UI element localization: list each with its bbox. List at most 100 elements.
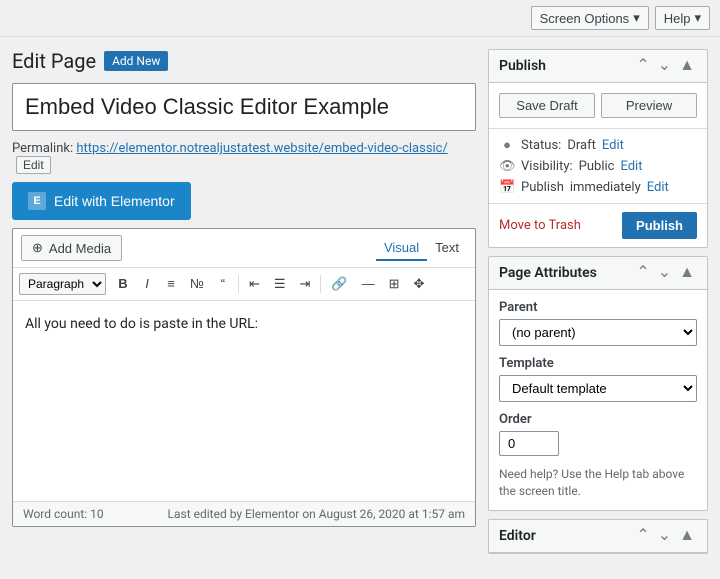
- align-left-button[interactable]: ⇤: [243, 272, 266, 296]
- page-attributes-controls: ⌃ ⌄ ▲: [634, 265, 697, 281]
- order-input[interactable]: [499, 431, 559, 456]
- editor-toggle-button[interactable]: ▲: [677, 528, 697, 544]
- parent-label: Parent: [499, 300, 697, 315]
- word-count-bar: Word count: 10 Last edited by Elementor …: [13, 501, 475, 526]
- order-label: Order: [499, 412, 697, 427]
- permalink-url[interactable]: https://elementor.notrealjustatest.websi…: [76, 141, 447, 156]
- publish-box-title: Publish: [499, 58, 546, 74]
- add-new-button[interactable]: Add New: [104, 51, 168, 71]
- blockquote-button[interactable]: “: [212, 272, 234, 296]
- visibility-icon: 👁: [499, 159, 515, 174]
- status-edit-link[interactable]: Edit: [602, 138, 624, 153]
- screen-options-button[interactable]: Screen Options ▾: [531, 6, 649, 30]
- last-edited: Last edited by Elementor on August 26, 2…: [168, 507, 465, 521]
- editor-content[interactable]: All you need to do is paste in the URL:: [13, 301, 475, 501]
- page-attributes-header: Page Attributes ⌃ ⌄ ▲: [489, 257, 707, 290]
- right-column: Publish ⌃ ⌄ ▲ Save Draft Preview ● Statu…: [488, 49, 708, 554]
- view-tabs: Visual Text: [376, 236, 467, 261]
- publish-meta: ● Status: Draft Edit 👁 Visibility: Publi…: [489, 129, 707, 204]
- media-toolbar: ⊕ Add Media Visual Text: [13, 229, 475, 268]
- post-title-input[interactable]: [12, 83, 476, 131]
- chevron-down-icon: ▾: [633, 10, 640, 26]
- save-draft-button[interactable]: Save Draft: [499, 93, 595, 118]
- preview-button[interactable]: Preview: [601, 93, 697, 118]
- add-media-button[interactable]: ⊕ Add Media: [21, 235, 122, 261]
- order-field: Order: [499, 412, 697, 456]
- page-attr-up-button[interactable]: ⌃: [634, 265, 651, 281]
- bold-button[interactable]: B: [112, 272, 134, 296]
- align-right-button[interactable]: ⇥: [294, 272, 317, 296]
- publish-box-controls: ⌃ ⌄ ▲: [634, 58, 697, 74]
- publish-box: Publish ⌃ ⌄ ▲ Save Draft Preview ● Statu…: [488, 49, 708, 248]
- main-layout: Edit Page Add New Permalink: https://ele…: [0, 37, 720, 566]
- editor-metabox: Editor ⌃ ⌄ ▲: [488, 519, 708, 554]
- parent-select[interactable]: (no parent): [499, 319, 697, 346]
- permalink-edit-button[interactable]: Edit: [16, 156, 51, 174]
- word-count: Word count: 10: [23, 507, 104, 521]
- table-button[interactable]: ⊞: [383, 272, 406, 296]
- chevron-down-icon: ▾: [694, 10, 701, 26]
- publish-collapse-down-button[interactable]: ⌄: [656, 58, 673, 74]
- page-title: Edit Page: [12, 49, 96, 73]
- help-label: Help: [664, 11, 691, 26]
- publish-when-label: Publish: [521, 180, 564, 195]
- publish-collapse-up-button[interactable]: ⌃: [634, 58, 651, 74]
- page-attr-toggle-button[interactable]: ▲: [677, 265, 697, 281]
- align-center-button[interactable]: ☰: [268, 272, 292, 296]
- toolbar-separator: [238, 275, 239, 293]
- permalink-bar: Permalink: https://elementor.notrealjust…: [12, 141, 476, 174]
- calendar-icon: 📅: [499, 180, 515, 195]
- visibility-row: 👁 Visibility: Public Edit: [499, 159, 697, 174]
- publish-button[interactable]: Publish: [622, 212, 697, 239]
- ordered-list-button[interactable]: №: [184, 272, 210, 296]
- status-label: Status:: [521, 138, 561, 153]
- tab-visual[interactable]: Visual: [376, 236, 427, 261]
- editor-up-button[interactable]: ⌃: [634, 528, 651, 544]
- editor-metabox-controls: ⌃ ⌄ ▲: [634, 528, 697, 544]
- visibility-edit-link[interactable]: Edit: [620, 159, 642, 174]
- format-toolbar: Paragraph B I ≡ № “ ⇤ ☰ ⇥ 🔗 — ⊞ ✥: [13, 268, 475, 301]
- template-label: Template: [499, 356, 697, 371]
- page-attr-down-button[interactable]: ⌄: [656, 265, 673, 281]
- status-value: Draft: [567, 138, 596, 153]
- top-bar: Screen Options ▾ Help ▾: [0, 0, 720, 37]
- move-to-trash-link[interactable]: Move to Trash: [499, 218, 581, 233]
- publish-when-value: immediately: [570, 180, 641, 195]
- permalink-label: Permalink:: [12, 141, 73, 156]
- editor-text: All you need to do is paste in the URL:: [25, 316, 258, 332]
- publish-when-edit-link[interactable]: Edit: [647, 180, 669, 195]
- visibility-value: Public: [579, 159, 615, 174]
- paragraph-select[interactable]: Paragraph: [19, 273, 106, 295]
- visibility-label: Visibility:: [521, 159, 573, 174]
- editor-metabox-header: Editor ⌃ ⌄ ▲: [489, 520, 707, 553]
- toolbar-separator-2: [320, 275, 321, 293]
- publish-when-row: 📅 Publish immediately Edit: [499, 180, 697, 195]
- page-attributes-title: Page Attributes: [499, 265, 597, 281]
- template-field: Template Default template: [499, 356, 697, 402]
- tab-text[interactable]: Text: [427, 236, 467, 261]
- editor-metabox-title: Editor: [499, 528, 536, 544]
- publish-box-header: Publish ⌃ ⌄ ▲: [489, 50, 707, 83]
- edit-with-elementor-button[interactable]: E Edit with Elementor: [12, 182, 191, 220]
- screen-options-label: Screen Options: [540, 11, 630, 26]
- editor-down-button[interactable]: ⌄: [656, 528, 673, 544]
- page-attributes-box: Page Attributes ⌃ ⌄ ▲ Parent (no parent): [488, 256, 708, 511]
- editor-box: ⊕ Add Media Visual Text Paragraph B I ≡ …: [12, 228, 476, 527]
- publish-footer: Move to Trash Publish: [489, 204, 707, 247]
- publish-toggle-button[interactable]: ▲: [677, 58, 697, 74]
- link-button[interactable]: 🔗: [325, 272, 353, 296]
- parent-field: Parent (no parent): [499, 300, 697, 346]
- unordered-list-button[interactable]: ≡: [160, 272, 182, 296]
- elementor-btn-label: Edit with Elementor: [54, 193, 175, 209]
- template-select[interactable]: Default template: [499, 375, 697, 402]
- left-column: Edit Page Add New Permalink: https://ele…: [12, 49, 476, 554]
- help-button[interactable]: Help ▾: [655, 6, 710, 30]
- help-text: Need help? Use the Help tab above the sc…: [499, 466, 697, 500]
- add-media-label: Add Media: [49, 241, 111, 256]
- expand-button[interactable]: ✥: [408, 272, 431, 296]
- status-icon: ●: [499, 137, 515, 153]
- media-icon: ⊕: [32, 240, 43, 256]
- horizontal-rule-button[interactable]: —: [356, 272, 381, 296]
- elementor-icon: E: [28, 192, 46, 210]
- italic-button[interactable]: I: [136, 272, 158, 296]
